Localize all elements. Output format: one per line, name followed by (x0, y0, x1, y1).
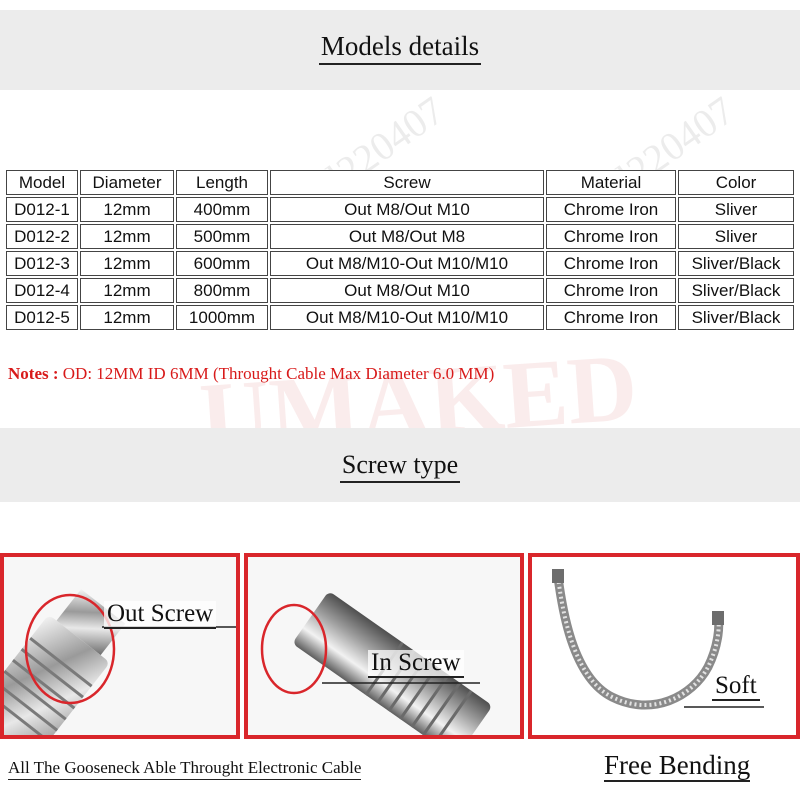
bottom-caption: All The Gooseneck Able Throught Electron… (8, 758, 362, 780)
cell-diameter: 12mm (80, 305, 174, 330)
col-header-model: Model (6, 170, 78, 195)
gooseneck-soft-image (532, 557, 796, 735)
cell-length: 800mm (176, 278, 268, 303)
cell-diameter: 12mm (80, 197, 174, 222)
gooseneck-out-screw-image (4, 557, 236, 735)
gooseneck-in-screw-image (248, 557, 520, 735)
table-row: D012-2 12mm 500mm Out M8/Out M8 Chrome I… (6, 224, 794, 249)
cell-model: D012-4 (6, 278, 78, 303)
cell-color: Sliver/Black (678, 278, 794, 303)
section-title-text: Screw type (339, 450, 461, 483)
cell-length: 600mm (176, 251, 268, 276)
cell-diameter: 12mm (80, 224, 174, 249)
cell-length: 400mm (176, 197, 268, 222)
cell-screw: Out M8/M10-Out M10/M10 (270, 251, 544, 276)
cell-color: Sliver (678, 224, 794, 249)
cell-model: D012-3 (6, 251, 78, 276)
cell-material: Chrome Iron (546, 251, 676, 276)
cell-model: D012-2 (6, 224, 78, 249)
cell-material: Chrome Iron (546, 224, 676, 249)
notes-label: Notes : (8, 364, 59, 383)
cell-model: D012-5 (6, 305, 78, 330)
table-row: D012-5 12mm 1000mm Out M8/M10-Out M10/M1… (6, 305, 794, 330)
col-header-screw: Screw (270, 170, 544, 195)
photo-soft: Soft (528, 553, 800, 739)
cell-screw: Out M8/Out M10 (270, 197, 544, 222)
label-out-screw: Out Screw (104, 601, 217, 629)
cell-color: Sliver/Black (678, 251, 794, 276)
cell-length: 500mm (176, 224, 268, 249)
cell-screw: Out M8/Out M10 (270, 278, 544, 303)
col-header-material: Material (546, 170, 676, 195)
label-in-screw: In Screw (368, 650, 464, 678)
notes-line: Notes : OD: 12MM ID 6MM (Throught Cable … (8, 364, 494, 384)
cell-material: Chrome Iron (546, 197, 676, 222)
cell-model: D012-1 (6, 197, 78, 222)
cell-diameter: 12mm (80, 251, 174, 276)
cell-color: Sliver/Black (678, 305, 794, 330)
page-title-text: Models details (318, 31, 482, 65)
cell-material: Chrome Iron (546, 305, 676, 330)
cell-diameter: 12mm (80, 278, 174, 303)
table-header-row: Model Diameter Length Screw Material Col… (6, 170, 794, 195)
cell-length: 1000mm (176, 305, 268, 330)
notes-text: OD: 12MM ID 6MM (Throught Cable Max Diam… (62, 364, 495, 383)
col-header-color: Color (678, 170, 794, 195)
models-table: Model Diameter Length Screw Material Col… (4, 168, 796, 332)
cell-material: Chrome Iron (546, 278, 676, 303)
table-row: D012-3 12mm 600mm Out M8/M10-Out M10/M10… (6, 251, 794, 276)
cell-screw: Out M8/M10-Out M10/M10 (270, 305, 544, 330)
page-title: Models details (0, 31, 800, 65)
photo-out-screw: Out Screw (0, 553, 240, 739)
cell-color: Sliver (678, 197, 794, 222)
cell-screw: Out M8/Out M8 (270, 224, 544, 249)
free-bending-label: Free Bending (604, 750, 751, 782)
table-row: D012-4 12mm 800mm Out M8/Out M10 Chrome … (6, 278, 794, 303)
section-title-screw-type: Screw type (0, 450, 800, 483)
col-header-diameter: Diameter (80, 170, 174, 195)
photo-in-screw: In Screw (244, 553, 524, 739)
table-row: D012-1 12mm 400mm Out M8/Out M10 Chrome … (6, 197, 794, 222)
label-soft: Soft (712, 673, 760, 701)
col-header-length: Length (176, 170, 268, 195)
